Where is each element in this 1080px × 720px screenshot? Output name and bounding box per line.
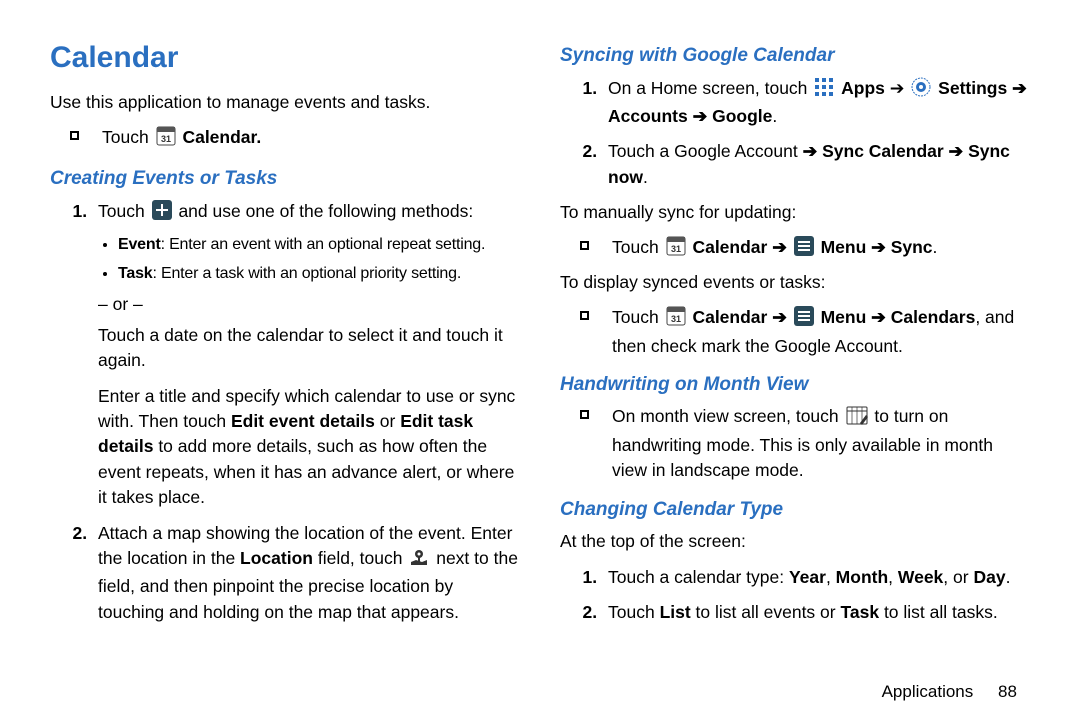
creating-step-2: Attach a map showing the location of the… bbox=[92, 521, 520, 626]
right-column: Syncing with Google Calendar On a Home s… bbox=[560, 30, 1030, 635]
apps-grid-icon bbox=[814, 77, 834, 104]
sync-display-intro: To display synced events or tasks: bbox=[560, 270, 1030, 295]
creating-detail-para: Enter a title and specify which calendar… bbox=[98, 384, 520, 511]
heading-handwriting: Handwriting on Month View bbox=[560, 371, 1030, 399]
creating-task-bullet: Task: Enter a task with an optional prio… bbox=[118, 262, 520, 285]
svg-text:31: 31 bbox=[161, 134, 171, 144]
page-footer: Applications 88 bbox=[882, 682, 1028, 702]
calendar-31-icon: 31 bbox=[666, 236, 686, 263]
add-square-icon bbox=[152, 200, 172, 227]
sync-step-1: On a Home screen, touch Apps ➔ Settings … bbox=[602, 76, 1030, 130]
creating-or-para: Touch a date on the calendar to select i… bbox=[98, 323, 520, 374]
calendar-31-icon: 31 bbox=[156, 126, 176, 153]
sync-manual-intro: To manually sync for updating: bbox=[560, 200, 1030, 225]
sync-display-line: Touch 31 Calendar ➔ Menu ➔ Calendars, an… bbox=[602, 305, 1030, 359]
touch-calendar-line: Touch 31 Calendar. bbox=[92, 125, 520, 153]
heading-changing: Changing Calendar Type bbox=[560, 496, 1030, 524]
page-title: Calendar bbox=[50, 36, 520, 80]
intro-text: Use this application to manage events an… bbox=[50, 90, 520, 115]
svg-text:31: 31 bbox=[671, 314, 681, 324]
changing-step-2: Touch List to list all events or Task to… bbox=[602, 600, 1030, 625]
footer-page-number: 88 bbox=[998, 682, 1028, 702]
left-column: Calendar Use this application to manage … bbox=[50, 30, 520, 635]
sync-manual-line: Touch 31 Calendar ➔ Menu ➔ Sync. bbox=[602, 235, 1030, 263]
map-pin-icon bbox=[409, 547, 429, 574]
changing-intro: At the top of the screen: bbox=[560, 529, 1030, 554]
calendar-31-icon: 31 bbox=[666, 306, 686, 333]
footer-section-label: Applications bbox=[882, 682, 974, 701]
creating-step-1: Touch and use one of the following metho… bbox=[92, 199, 520, 511]
svg-text:31: 31 bbox=[671, 244, 681, 254]
or-separator: – or – bbox=[98, 292, 520, 317]
sync-step-2: Touch a Google Account ➔ Sync Calendar ➔… bbox=[602, 139, 1030, 190]
heading-syncing: Syncing with Google Calendar bbox=[560, 42, 1030, 70]
menu-icon bbox=[794, 236, 814, 263]
changing-step-1: Touch a calendar type: Year, Month, Week… bbox=[602, 565, 1030, 590]
menu-icon bbox=[794, 306, 814, 333]
handwriting-calendar-icon bbox=[846, 405, 868, 432]
settings-gear-icon bbox=[911, 77, 931, 104]
handwriting-line: On month view screen, touch to turn on h… bbox=[602, 404, 1030, 483]
creating-event-bullet: Event: Enter an event with an optional r… bbox=[118, 233, 520, 256]
heading-creating: Creating Events or Tasks bbox=[50, 165, 520, 193]
